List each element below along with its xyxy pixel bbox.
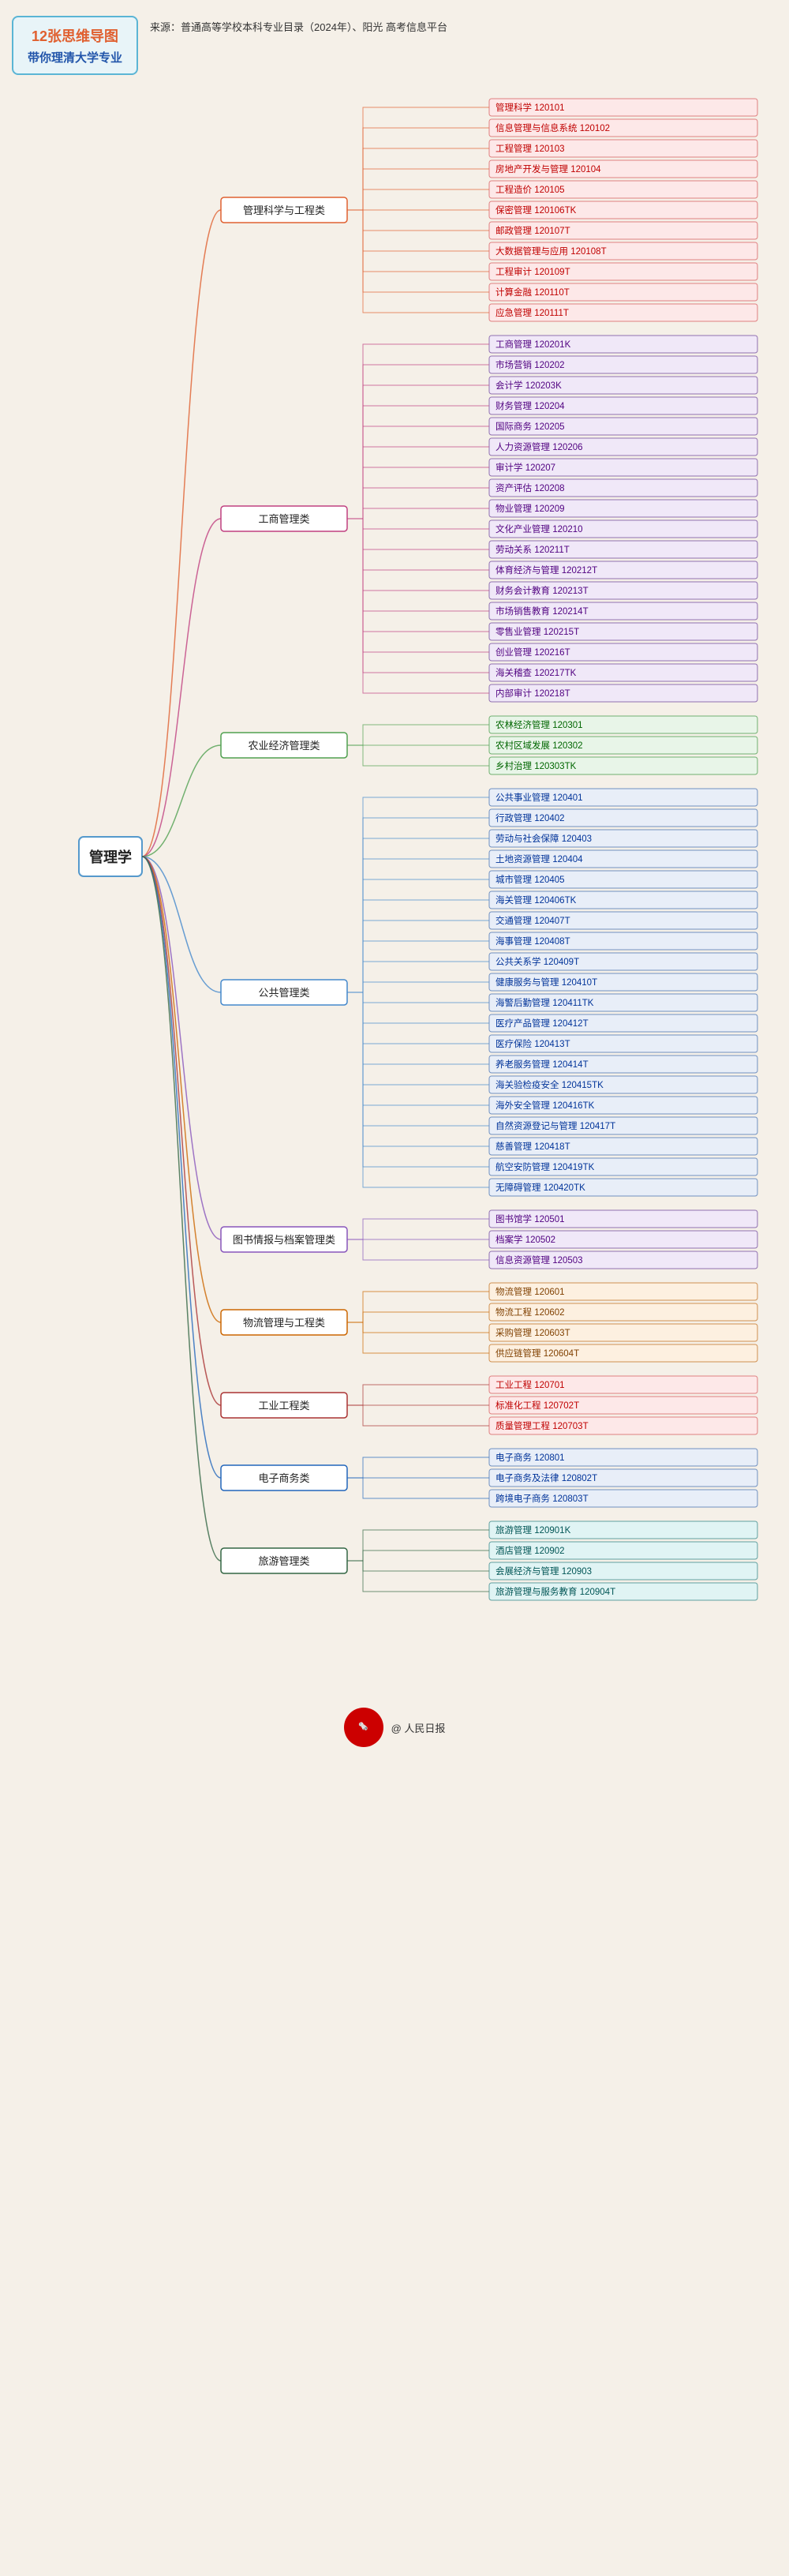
svg-text:农业经济管理类: 农业经济管理类 [248,740,320,752]
svg-text:工商管理 120201K: 工商管理 120201K [495,339,571,350]
svg-text:健康服务与管理 120410T: 健康服务与管理 120410T [495,977,597,988]
svg-text:乡村治理 120303TK: 乡村治理 120303TK [495,760,577,771]
svg-text:跨境电子商务 120803T: 跨境电子商务 120803T [495,1493,589,1504]
footer-logo: 🗞️ [344,1708,383,1747]
svg-text:管理科学 120101: 管理科学 120101 [495,102,565,113]
svg-text:资产评估 120208: 资产评估 120208 [495,482,565,493]
svg-text:管理科学与工程类: 管理科学与工程类 [243,204,325,216]
svg-text:工程造价 120105: 工程造价 120105 [495,184,565,195]
svg-text:公共事业管理 120401: 公共事业管理 120401 [495,792,583,803]
svg-text:行政管理 120402: 行政管理 120402 [495,812,565,823]
svg-text:物流工程 120602: 物流工程 120602 [495,1307,565,1318]
svg-text:海外安全管理 120416TK: 海外安全管理 120416TK [495,1100,595,1111]
svg-text:电子商务类: 电子商务类 [258,1472,309,1484]
svg-text:财务管理 120204: 财务管理 120204 [495,400,565,411]
svg-text:劳动关系 120211T: 劳动关系 120211T [495,544,570,555]
svg-text:工程审计 120109T: 工程审计 120109T [495,266,570,277]
svg-text:审计学 120207: 审计学 120207 [495,462,555,473]
svg-text:工业工程 120701: 工业工程 120701 [495,1380,565,1390]
svg-text:养老服务管理 120414T: 养老服务管理 120414T [495,1059,589,1070]
svg-text:旅游管理 120901K: 旅游管理 120901K [495,1524,571,1535]
page-wrapper: 12张思维导图 带你理清大学专业 来源：普通高等学校本科专业目录（2024年）、… [0,0,789,2576]
svg-text:慈善管理 120418T: 慈善管理 120418T [495,1141,570,1152]
svg-text:文化产业管理 120210: 文化产业管理 120210 [495,523,583,534]
svg-text:公共关系学 120409T: 公共关系学 120409T [495,956,579,967]
svg-text:国际商务 120205: 国际商务 120205 [495,421,565,432]
svg-text:档案学 120502: 档案学 120502 [495,1234,555,1245]
svg-text:物流管理与工程类: 物流管理与工程类 [243,1317,325,1329]
svg-text:供应链管理 120604T: 供应链管理 120604T [495,1348,579,1359]
svg-text:城市管理 120405: 城市管理 120405 [495,874,565,885]
svg-text:海警后勤管理 120411TK: 海警后勤管理 120411TK [495,997,594,1008]
svg-text:海关稽查 120217TK: 海关稽查 120217TK [495,667,577,678]
svg-text:邮政管理 120107T: 邮政管理 120107T [495,225,570,236]
svg-text:劳动与社会保障 120403: 劳动与社会保障 120403 [495,833,592,844]
svg-text:会计学 120203K: 会计学 120203K [495,380,562,391]
svg-text:房地产开发与管理 120104: 房地产开发与管理 120104 [495,163,601,174]
svg-text:公共管理类: 公共管理类 [258,987,309,999]
svg-text:质量管理工程 120703T: 质量管理工程 120703T [495,1420,589,1431]
svg-text:农林经济管理 120301: 农林经济管理 120301 [495,719,583,730]
svg-text:工商管理类: 工商管理类 [258,513,309,525]
mindmap-container: 管理学 管理科学与工程类 管理科学 120101 信息管理与信息系统 120102 工程… [0,83,789,1680]
mindmap-svg: 管理学 管理科学与工程类 管理科学 120101 信息管理与信息系统 120102 工程… [0,83,789,1678]
svg-text:酒店管理 120902: 酒店管理 120902 [495,1545,565,1556]
svg-text:农村区域发展 120302: 农村区域发展 120302 [495,740,583,751]
svg-text:人力资源管理 120206: 人力资源管理 120206 [495,441,583,452]
svg-text:海关验检疫安全 120415TK: 海关验检疫安全 120415TK [495,1079,604,1090]
svg-text:工程管理 120103: 工程管理 120103 [495,143,565,154]
svg-text:大数据管理与应用 120108T: 大数据管理与应用 120108T [495,246,607,257]
svg-text:内部审计 120218T: 内部审计 120218T [495,688,570,699]
svg-text:物业管理 120209: 物业管理 120209 [495,503,565,514]
svg-text:交通管理 120407T: 交通管理 120407T [495,915,570,926]
header-title-line2: 带你理清大学专业 [25,49,125,66]
svg-text:海关管理 120406TK: 海关管理 120406TK [495,894,577,906]
svg-text:管理学: 管理学 [89,849,132,865]
svg-text:医疗产品管理 120412T: 医疗产品管理 120412T [495,1018,589,1029]
svg-text:会展经济与管理 120903: 会展经济与管理 120903 [495,1565,592,1577]
svg-text:土地资源管理 120404: 土地资源管理 120404 [495,853,583,864]
svg-text:图书情报与档案管理类: 图书情报与档案管理类 [233,1234,335,1246]
header-title-box: 12张思维导图 带你理清大学专业 [12,16,138,75]
svg-text:应急管理 120111T: 应急管理 120111T [495,307,569,318]
svg-text:零售业管理 120215T: 零售业管理 120215T [495,626,579,637]
header: 12张思维导图 带你理清大学专业 来源：普通高等学校本科专业目录（2024年）、… [0,8,789,83]
svg-text:标准化工程 120702T: 标准化工程 120702T [495,1400,579,1411]
footer: 🗞️ @ 人民日报 [0,1696,789,1759]
svg-text:电子商务 120801: 电子商务 120801 [495,1452,565,1463]
svg-text:体育经济与管理 120212T: 体育经济与管理 120212T [495,564,597,576]
svg-text:旅游管理类: 旅游管理类 [258,1555,309,1567]
svg-text:工业工程类: 工业工程类 [258,1400,309,1412]
svg-text:创业管理 120216T: 创业管理 120216T [495,647,570,658]
svg-text:计算金融 120110T: 计算金融 120110T [495,287,570,298]
svg-text:保密管理 120106TK: 保密管理 120106TK [495,204,577,216]
svg-text:图书馆学 120501: 图书馆学 120501 [495,1213,565,1224]
footer-watermark: @ 人民日报 [391,1720,446,1735]
header-title-line1: 12张思维导图 [25,25,125,46]
svg-text:市场营销 120202: 市场营销 120202 [495,359,565,370]
svg-text:自然资源登记与管理 120417T: 自然资源登记与管理 120417T [495,1120,615,1131]
header-source: 来源：普通高等学校本科专业目录（2024年）、阳光 高考信息平台 [150,16,447,36]
svg-text:采购管理 120603T: 采购管理 120603T [495,1327,570,1338]
svg-text:财务会计教育 120213T: 财务会计教育 120213T [495,585,589,596]
svg-text:医疗保险 120413T: 医疗保险 120413T [495,1038,570,1049]
svg-text:市场销售教育 120214T: 市场销售教育 120214T [495,606,589,617]
svg-text:海事管理 120408T: 海事管理 120408T [495,936,570,947]
svg-text:航空安防管理 120419TK: 航空安防管理 120419TK [495,1161,595,1172]
svg-text:旅游管理与服务教育 120904T: 旅游管理与服务教育 120904T [495,1586,615,1597]
svg-text:信息资源管理 120503: 信息资源管理 120503 [495,1254,583,1266]
footer-logo-text: 🗞️ [358,1723,368,1732]
svg-text:无障碍管理 120420TK: 无障碍管理 120420TK [495,1182,585,1193]
svg-text:信息管理与信息系统 120102: 信息管理与信息系统 120102 [495,122,610,133]
svg-text:物流管理 120601: 物流管理 120601 [495,1286,565,1297]
svg-text:电子商务及法律 120802T: 电子商务及法律 120802T [495,1472,597,1483]
